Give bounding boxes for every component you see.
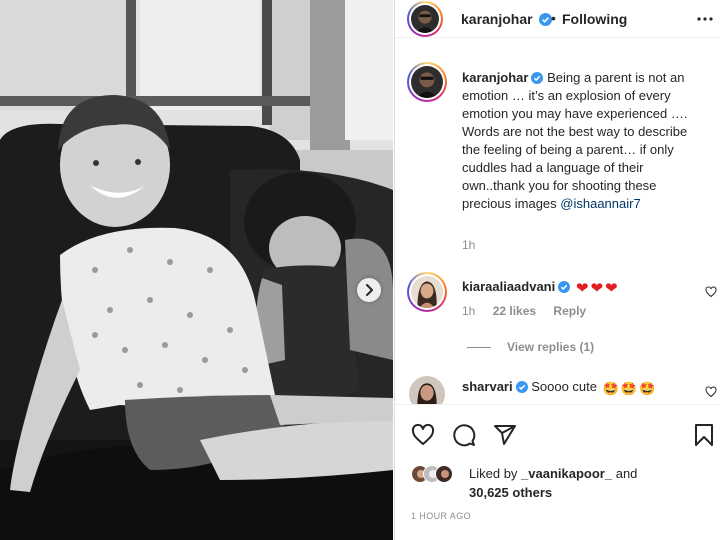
star-struck-emoji: 🤩 [639, 381, 656, 396]
comment-avatar-image [409, 376, 445, 404]
author-avatar[interactable] [407, 1, 443, 37]
author-username-text[interactable]: karanjohar [461, 11, 533, 27]
share-icon[interactable] [493, 423, 517, 447]
chevron-right-icon [366, 284, 373, 296]
post-header: karanjohar • Following [395, 0, 720, 38]
comment-reply-button[interactable]: Reply [553, 304, 586, 318]
comments-list[interactable]: karanjohar Being a parent is not an emot… [395, 58, 720, 404]
post-timestamp[interactable]: 1 HOUR AGO [411, 511, 471, 521]
verified-badge-icon [558, 281, 571, 293]
following-button[interactable]: Following [562, 11, 627, 27]
liked-by-line: Liked by _vaanikapoor_ and [469, 465, 637, 482]
likes-count-line: 30,625 others [469, 485, 552, 500]
red-heart-emoji: ❤ [575, 280, 589, 297]
author-username[interactable]: karanjohar [461, 11, 553, 27]
liker-avatar-image [436, 466, 452, 482]
view-replies-label[interactable]: View replies (1) [507, 340, 594, 354]
liked-by-conjunction: and [615, 466, 638, 481]
comment-timestamp[interactable]: 1h [462, 304, 475, 318]
caption-avatar-image [411, 66, 443, 98]
heart-icon[interactable] [411, 423, 435, 447]
comment-text: Soooo cute [531, 379, 597, 394]
post-photo[interactable] [0, 0, 393, 540]
post-actions: Liked by _vaanikapoor_ and 30,625 others… [395, 404, 720, 540]
comment-body: sharvari Soooo cute 🤩 🤩 🤩 [462, 379, 655, 397]
caption-mention-link[interactable]: @ishaannair7 [560, 196, 640, 211]
red-heart-emoji: ❤ [605, 280, 618, 297]
post-photo-image [0, 0, 393, 540]
comment-username[interactable]: sharvari [462, 379, 513, 394]
caption-avatar[interactable] [407, 62, 447, 102]
liked-by-prefix: Liked by [469, 466, 518, 481]
post-caption: karanjohar Being a parent is not an emot… [462, 69, 707, 213]
comment-avatar[interactable] [407, 272, 447, 312]
liked-by-avatars[interactable] [411, 465, 453, 483]
comment-avatar[interactable] [409, 376, 445, 404]
comment-icon[interactable] [452, 423, 476, 447]
verified-badge-icon [515, 381, 528, 393]
bookmark-icon[interactable] [693, 423, 715, 447]
caption-timestamp[interactable]: 1h [462, 238, 475, 252]
liked-by-username[interactable]: _vaanikapoor_ [521, 466, 612, 481]
view-replies-button[interactable]: View replies (1) [467, 340, 594, 354]
comment-avatar-image [411, 276, 443, 308]
post-sidebar: karanjohar • Following karanjohar Being … [394, 0, 720, 540]
comment-body: kiaraaliaadvani ❤ ❤ ❤ [462, 279, 618, 297]
liker-avatar[interactable] [435, 465, 453, 483]
comment-username[interactable]: kiaraaliaadvani [462, 279, 555, 294]
header-separator: • [551, 10, 556, 26]
view-replies-divider [467, 346, 491, 348]
verified-badge-icon [531, 72, 544, 84]
red-heart-emoji: ❤ [590, 280, 604, 297]
star-struck-emoji: 🤩 [602, 381, 619, 396]
caption-text: Being a parent is not an emotion … it’s … [462, 70, 688, 211]
next-photo-button[interactable] [357, 278, 381, 302]
comment-meta: 1h 22 likes Reply [462, 304, 600, 318]
more-horizontal-icon[interactable] [696, 10, 714, 28]
star-struck-emoji: 🤩 [620, 381, 637, 396]
caption-username[interactable]: karanjohar [462, 70, 528, 85]
comment-like-heart-icon[interactable] [705, 286, 717, 298]
author-avatar-image [411, 5, 439, 33]
comment-like-heart-icon[interactable] [705, 386, 717, 398]
likes-count-link[interactable]: 30,625 others [469, 485, 552, 500]
comment-like-count[interactable]: 22 likes [493, 304, 536, 318]
